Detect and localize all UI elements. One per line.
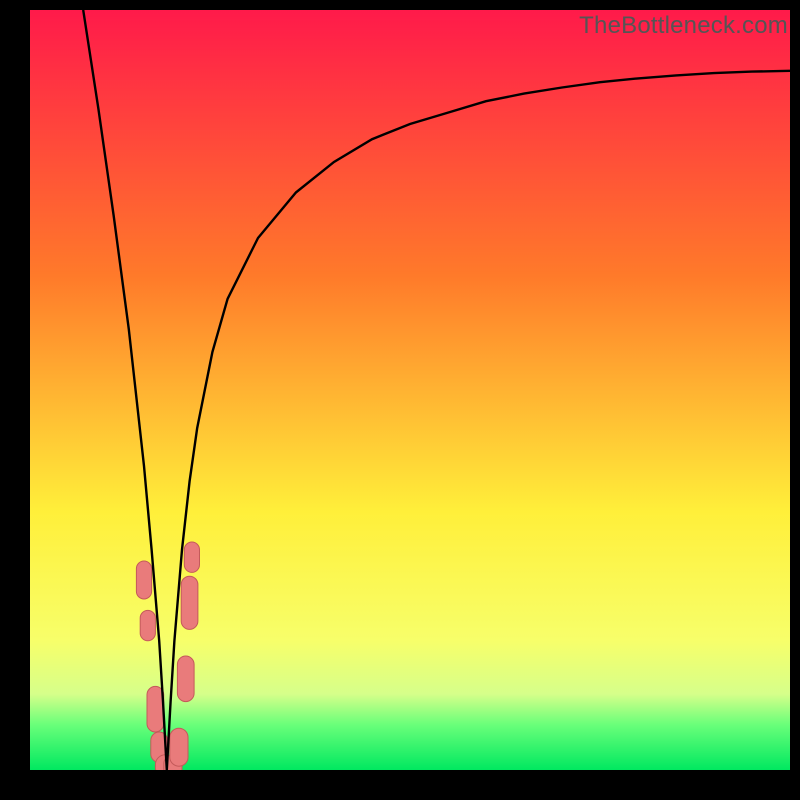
valley-marker bbox=[136, 561, 151, 599]
bottleneck-chart bbox=[30, 10, 790, 770]
valley-marker bbox=[170, 728, 188, 766]
valley-marker bbox=[177, 656, 194, 702]
watermark-text: TheBottleneck.com bbox=[579, 12, 788, 40]
valley-marker bbox=[140, 610, 155, 640]
valley-marker bbox=[147, 686, 164, 732]
outer-frame: TheBottleneck.com bbox=[0, 0, 800, 800]
valley-marker bbox=[181, 576, 198, 629]
valley-marker bbox=[184, 542, 199, 572]
